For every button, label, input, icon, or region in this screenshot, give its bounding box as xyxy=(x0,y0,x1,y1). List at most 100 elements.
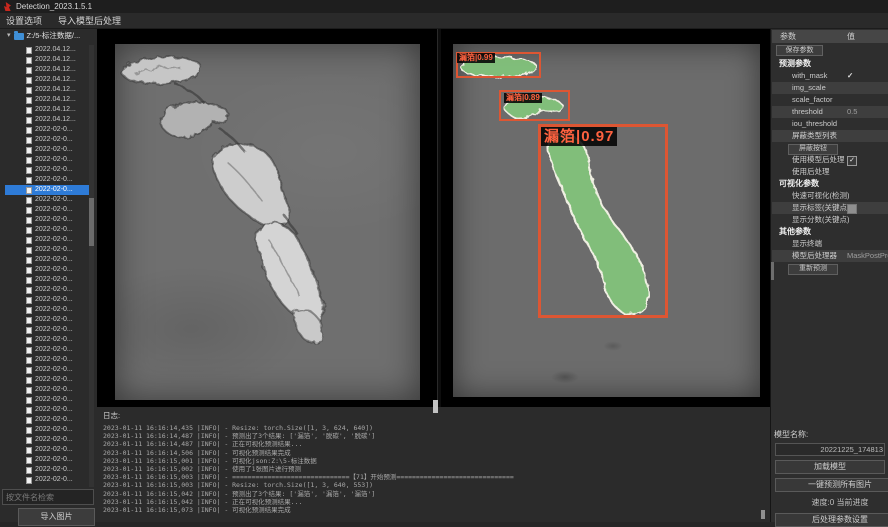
tree-scrollbar-thumb[interactable] xyxy=(89,198,94,246)
predict-all-button[interactable]: 一键预测所有图片 xyxy=(775,478,888,492)
tree-file-item[interactable]: 2022-02-0... xyxy=(5,375,92,385)
param-row[interactable]: 其他参数 xyxy=(772,226,888,238)
tree-file-item[interactable]: 2022.04.12... xyxy=(5,65,92,75)
tree-file-item[interactable]: 2022-02-0... xyxy=(5,195,92,205)
param-row[interactable]: 显示终端 xyxy=(772,238,888,250)
search-input[interactable] xyxy=(2,489,94,505)
tree-file-item[interactable]: 2022-02-0... xyxy=(5,205,92,215)
postprocess-settings-button[interactable]: 后处理参数设置 xyxy=(775,513,888,527)
tree-file-item[interactable]: 2022-02-0... xyxy=(5,225,92,235)
param-row[interactable]: scale_factor xyxy=(772,94,888,106)
param-row[interactable]: 可视化参数 xyxy=(772,178,888,190)
tree-file-label: 2022-02-0... xyxy=(35,315,73,325)
detection-box[interactable] xyxy=(538,124,668,318)
param-row[interactable]: 使用模型后处理 ✓ xyxy=(772,154,888,166)
param-row[interactable]: img_scale xyxy=(772,82,888,94)
param-row[interactable]: 模型后处理器 MaskPostPro xyxy=(772,250,888,262)
log-panel[interactable]: 日志: 2023-01-11 16:16:14,435 |INFO| - Res… xyxy=(97,407,770,522)
log-scrollbar-thumb[interactable] xyxy=(761,510,765,519)
param-row[interactable]: with_mask ✓ xyxy=(772,70,888,82)
param-row[interactable]: 屏蔽类型列表 xyxy=(772,130,888,142)
tree-file-item[interactable]: 2022-02-0... xyxy=(5,305,92,315)
menu-item[interactable]: 设置选项 xyxy=(6,14,42,27)
load-model-button[interactable]: 加载模型 xyxy=(775,460,885,474)
file-icon xyxy=(26,347,32,354)
param-row[interactable]: 显示分数(关键点) xyxy=(772,214,888,226)
tree-scrollbar[interactable] xyxy=(89,45,94,487)
tree-file-item[interactable]: 2022-02-0... xyxy=(5,185,92,195)
original-image[interactable] xyxy=(115,44,420,400)
tree-file-item[interactable]: 2022.04.12... xyxy=(5,105,92,115)
menu-item[interactable]: 导入模型后处理 xyxy=(58,14,121,27)
params-header-name: 参数 xyxy=(780,30,796,43)
tree-file-item[interactable]: 2022-02-0... xyxy=(5,445,92,455)
tree-file-item[interactable]: 2022-02-0... xyxy=(5,475,92,485)
tree-file-item[interactable]: 2022.04.12... xyxy=(5,75,92,85)
tree-file-label: 2022-02-0... xyxy=(35,375,73,385)
file-icon xyxy=(26,167,32,174)
splitter-grip[interactable] xyxy=(433,400,438,413)
file-icon xyxy=(26,317,32,324)
param-label: iou_threshold xyxy=(792,119,837,128)
tree-file-item[interactable]: 2022-02-0... xyxy=(5,425,92,435)
tree-file-item[interactable]: 2022-02-0... xyxy=(5,465,92,475)
tree-file-item[interactable]: 2022-02-0... xyxy=(5,245,92,255)
tree-file-item[interactable]: 2022.04.12... xyxy=(5,85,92,95)
model-section: 模型名称: 20221225_174813 加载模型 一键预测所有图片 速度:0… xyxy=(771,425,888,527)
tree-file-label: 2022-02-0... xyxy=(35,175,73,185)
tree-file-item[interactable]: 2022-02-0... xyxy=(5,315,92,325)
tree-file-label: 2022-02-0... xyxy=(35,195,73,205)
tree-file-item[interactable]: 2022-02-0... xyxy=(5,235,92,245)
tree-file-item[interactable]: 2022-02-0... xyxy=(5,215,92,225)
tree-file-label: 2022-02-0... xyxy=(35,405,73,415)
right-image-pane: 漏箔|0.99 漏箔|0.89 漏箔|0.97 xyxy=(441,29,770,407)
tree-file-item[interactable]: 2022-02-0... xyxy=(5,355,92,365)
tree-file-item[interactable]: 2022-02-0... xyxy=(5,345,92,355)
param-row[interactable]: 显示标签(关键点) xyxy=(772,202,888,214)
import-images-button[interactable]: 导入图片 xyxy=(18,508,95,526)
param-label: 使用后处理 xyxy=(792,167,830,176)
tree-file-item[interactable]: 2022-02-0... xyxy=(5,395,92,405)
tree-file-item[interactable]: 2022.04.12... xyxy=(5,55,92,65)
param-row[interactable]: 快速可视化(检测) xyxy=(772,190,888,202)
tree-file-item[interactable]: 2022-02-0... xyxy=(5,385,92,395)
tree-file-item[interactable]: 2022-02-0... xyxy=(5,415,92,425)
tree-file-item[interactable]: 2022-02-0... xyxy=(5,265,92,275)
param-row[interactable]: threshold 0.5 xyxy=(772,106,888,118)
file-icon xyxy=(26,397,32,404)
tree-file-item[interactable]: 2022-02-0... xyxy=(5,325,92,335)
param-row[interactable]: 预测参数 xyxy=(772,58,888,70)
model-name-field[interactable]: 20221225_174813 xyxy=(775,443,885,456)
param-row[interactable]: 重新预测 xyxy=(772,262,888,274)
tree-file-item[interactable]: 2022-02-0... xyxy=(5,335,92,345)
tree-file-label: 2022.04.12... xyxy=(35,85,76,95)
tree-file-item[interactable]: 2022.04.12... xyxy=(5,45,92,55)
params-scrollbar-thumb[interactable] xyxy=(771,262,774,280)
tree-file-item[interactable]: 2022-02-0... xyxy=(5,455,92,465)
tree-file-item[interactable]: 2022-02-0... xyxy=(5,275,92,285)
file-icon xyxy=(26,137,32,144)
tree-file-item[interactable]: 2022-02-0... xyxy=(5,435,92,445)
tree-root[interactable]: ▾ Z:/5-标注数据/... xyxy=(0,29,97,43)
tree-file-item[interactable]: 2022-02-0... xyxy=(5,295,92,305)
tree-file-item[interactable]: 2022-02-0... xyxy=(5,155,92,165)
tree-file-item[interactable]: 2022.04.12... xyxy=(5,95,92,105)
param-row[interactable]: 屏蔽按钮 xyxy=(772,142,888,154)
tree-file-item[interactable]: 2022-02-0... xyxy=(5,175,92,185)
tree-file-item[interactable]: 2022-02-0... xyxy=(5,405,92,415)
tree-file-item[interactable]: 2022-02-0... xyxy=(5,165,92,175)
tree-file-item[interactable]: 2022.04.12... xyxy=(5,115,92,125)
tree-file-item[interactable]: 2022-02-0... xyxy=(5,145,92,155)
tree-file-item[interactable]: 2022-02-0... xyxy=(5,125,92,135)
tree-file-item[interactable]: 2022-02-0... xyxy=(5,285,92,295)
save-params-button[interactable]: 保存参数 xyxy=(776,45,823,56)
prediction-image[interactable]: 漏箔|0.99 漏箔|0.89 漏箔|0.97 xyxy=(453,44,760,397)
params-panel: 参数 值 保存参数 预测参数 with_mask ✓ img_scale sca… xyxy=(770,29,888,522)
param-row[interactable]: 使用后处理 xyxy=(772,166,888,178)
tree-file-item[interactable]: 2022-02-0... xyxy=(5,365,92,375)
tree-file-item[interactable]: 2022-02-0... xyxy=(5,135,92,145)
tree-file-item[interactable]: 2022-02-0... xyxy=(5,255,92,265)
param-label: 模型后处理器 xyxy=(792,251,837,260)
expand-arrow-icon[interactable]: ▾ xyxy=(7,29,11,43)
param-row[interactable]: iou_threshold xyxy=(772,118,888,130)
